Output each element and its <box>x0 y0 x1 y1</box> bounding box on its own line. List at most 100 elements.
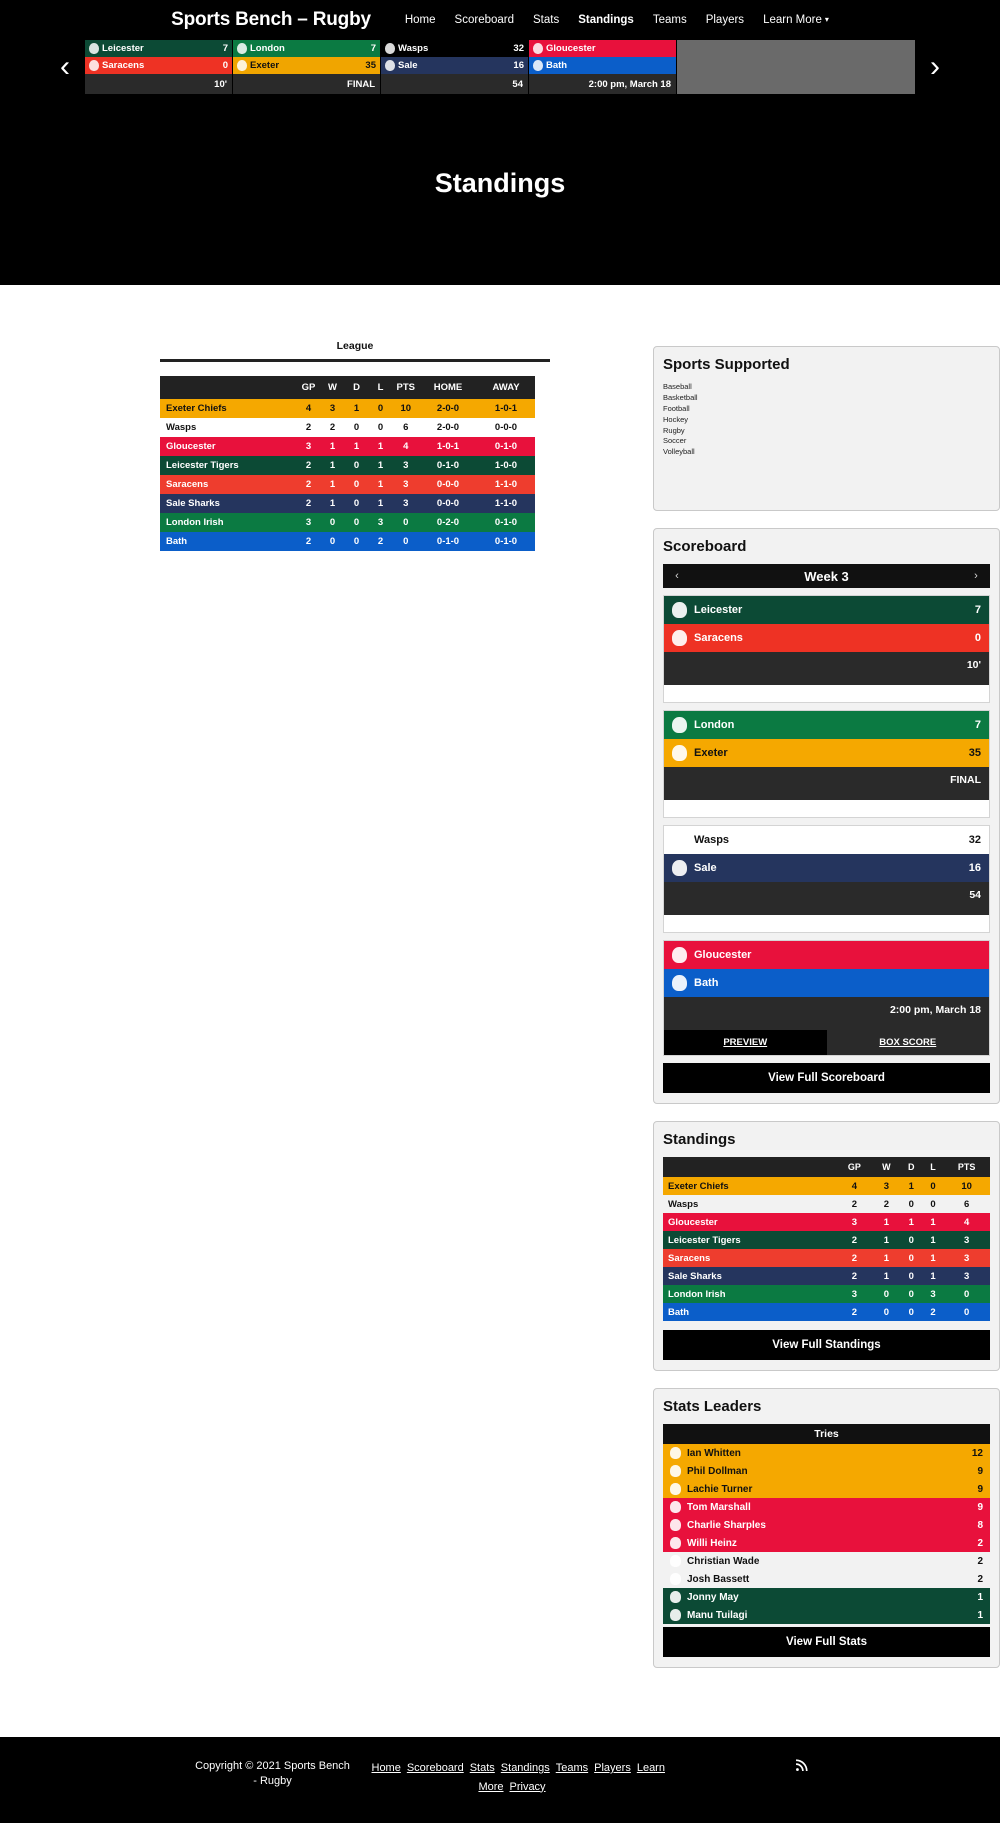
list-item[interactable]: Josh Bassett 2 <box>663 1570 990 1588</box>
scoreboard-game-card[interactable]: London 7 Exeter 35 FINAL BOX SCORE <box>663 710 990 819</box>
standings-d: 1 <box>353 403 360 414</box>
list-item[interactable]: Manu Tuilagi 1 <box>663 1606 990 1625</box>
nav-item-scoreboard[interactable]: Scoreboard <box>455 14 514 26</box>
stat-player-name: Lachie Turner <box>687 1483 753 1495</box>
ticker-game[interactable]: London 7 Exeter 35 FINAL <box>233 40 381 94</box>
table-row[interactable]: London Irish 3 0 0 3 0 0-2-0 0-1-0 <box>160 513 535 532</box>
team-logo-icon <box>670 1609 681 1622</box>
table-row[interactable]: Bath 2 0 0 2 0 0-1-0 0-1-0 <box>160 532 535 551</box>
ticker-away-team: Leicester <box>102 43 144 54</box>
ticker-status: 2:00 pm, March 18 <box>529 74 676 94</box>
table-row[interactable]: Wasps 2 2 0 0 6 2-0-0 0-0-0 <box>160 418 535 437</box>
week-prev-icon[interactable]: ‹ <box>670 570 684 582</box>
table-row[interactable]: Leicester Tigers 2 1 0 1 3 0-1-0 1-0-0 <box>160 456 535 475</box>
list-item[interactable]: Tom Marshall 9 <box>663 1498 990 1517</box>
table-row[interactable]: Gloucester 3 1 1 1 4 <box>663 1213 990 1232</box>
standings-pts: 0 <box>403 536 409 547</box>
mini-w: 1 <box>883 1270 890 1282</box>
main-nav: Home Scoreboard Stats Standings Teams Players… <box>405 14 829 26</box>
game-link-box-score[interactable]: BOX SCORE <box>920 685 989 702</box>
ticker-game[interactable]: Gloucester Bath 2:00 pm, March 18 <box>529 40 677 94</box>
nav-item-teams[interactable]: Teams <box>653 14 687 26</box>
mini-gp: 3 <box>851 1216 857 1228</box>
list-item[interactable]: Ian Whitten 12 <box>663 1444 990 1463</box>
standings-pts: 10 <box>400 403 412 414</box>
view-full-standings-button[interactable]: View Full Standings <box>663 1330 990 1361</box>
list-item[interactable]: Willi Heinz 2 <box>663 1534 990 1553</box>
standings-w: 0 <box>329 517 336 528</box>
mini-l: 0 <box>930 1180 936 1192</box>
table-row[interactable]: Bath 2 0 0 2 0 <box>663 1303 990 1322</box>
team-logo-icon <box>237 60 247 71</box>
standings-team-name: Wasps <box>166 422 197 433</box>
list-item[interactable]: Charlie Sharples 8 <box>663 1516 990 1535</box>
standings-d: 0 <box>353 517 360 528</box>
widget-sports-supported: Sports Supported Baseball Basketball Footb… <box>653 346 1000 512</box>
mini-standings-col-d: D <box>899 1157 923 1178</box>
standings-mini-table: GP W D L PTS Exeter Chiefs 4 3 1 0 10 Wasps 2 2 0 0 6 Gl… <box>663 1157 990 1322</box>
stat-player-name: Christian Wade <box>687 1555 760 1567</box>
mini-pts: 6 <box>963 1198 970 1210</box>
team-logo-icon <box>385 43 395 54</box>
mini-gp: 2 <box>851 1270 857 1282</box>
standings-pts: 0 <box>403 517 409 528</box>
game-team2-name: Sale <box>694 862 717 875</box>
table-row[interactable]: Exeter Chiefs 4 3 1 0 10 <box>663 1177 990 1196</box>
team-logo-icon <box>670 1465 681 1478</box>
game-link-preview[interactable]: PREVIEW <box>664 1030 827 1056</box>
footer-link-privacy[interactable]: Privacy <box>510 1781 546 1793</box>
nav-item-players[interactable]: Players <box>706 14 744 26</box>
standings-pts: 6 <box>403 422 409 433</box>
footer-link-scoreboard[interactable]: Scoreboard <box>407 1762 464 1774</box>
mini-pts: 3 <box>963 1234 970 1246</box>
scoreboard-game-card[interactable]: Leicester 7 Saracens 0 10' BOX SCORE <box>663 595 990 704</box>
mini-team-name: Sale Sharks <box>668 1270 722 1282</box>
nav-item-home[interactable]: Home <box>405 14 436 26</box>
standings-col-team <box>160 376 297 399</box>
footer-link-teams[interactable]: Teams <box>556 1762 588 1774</box>
ticker-game[interactable]: Wasps 32 Sale 16 54 <box>381 40 529 94</box>
view-full-stats-button[interactable]: View Full Stats <box>663 1627 990 1658</box>
footer-link-standings[interactable]: Standings <box>501 1762 550 1774</box>
table-row[interactable]: Leicester Tigers 2 1 0 1 3 <box>663 1231 990 1250</box>
scoreboard-game-card[interactable]: Gloucester Bath 2:00 pm, March 18 PREVIEW BO… <box>663 940 990 1057</box>
table-row[interactable]: Sale Sharks 2 1 0 1 3 0-0-0 1-1-0 <box>160 494 535 513</box>
ticker-prev-arrow[interactable]: ‹ <box>45 52 85 82</box>
nav-item-standings[interactable]: Standings <box>578 14 634 26</box>
team-logo-icon <box>533 60 543 71</box>
table-row[interactable]: Wasps 2 2 0 0 6 <box>663 1195 990 1213</box>
ticker-next-arrow[interactable]: › <box>915 52 955 82</box>
standings-gp: 2 <box>305 479 312 490</box>
mini-d: 1 <box>908 1216 914 1228</box>
footer-link-players[interactable]: Players <box>594 1762 631 1774</box>
footer-links: Home Scoreboard Stats Standings Teams Players… <box>369 1759 665 1796</box>
list-item[interactable]: Christian Wade 2 <box>663 1552 990 1570</box>
nav-item-learn-more[interactable]: Learn More ▾ <box>763 14 829 26</box>
page-title: Standings <box>434 168 566 198</box>
table-row[interactable]: Saracens 2 1 0 1 3 <box>663 1249 990 1268</box>
nav-item-stats[interactable]: Stats <box>533 14 559 26</box>
table-row[interactable]: Saracens 2 1 0 1 3 0-0-0 1-1-0 <box>160 475 535 494</box>
game-link-box-score[interactable]: BOX SCORE <box>827 1030 990 1055</box>
week-next-icon[interactable]: › <box>969 570 983 582</box>
ticker-game[interactable]: Leicester 7 Saracens 0 10' <box>85 40 233 94</box>
view-full-scoreboard-button[interactable]: View Full Scoreboard <box>663 1063 990 1094</box>
scoreboard-game-card[interactable]: Wasps 32 Sale 16 54 BOX SCORE <box>663 825 990 934</box>
footer-link-home[interactable]: Home <box>372 1762 401 1774</box>
mini-l: 1 <box>930 1252 936 1264</box>
site-footer: Copyright © 2021 Sports Bench - Rugby Ho… <box>0 1737 1000 1823</box>
standings-d: 0 <box>353 498 360 509</box>
footer-link-stats[interactable]: Stats <box>470 1762 495 1774</box>
list-item[interactable]: Phil Dollman 9 <box>663 1462 990 1481</box>
game-link-box-score[interactable]: BOX SCORE <box>920 915 989 932</box>
list-item[interactable]: Jonny May 1 <box>663 1588 990 1607</box>
table-row[interactable]: Gloucester 3 1 1 1 4 1-0-1 0-1-0 <box>160 437 535 456</box>
page-body: League GP W D L PTS HOME AWAY Exeter Chiefs 4 3 1… <box>0 285 1000 1685</box>
rss-icon[interactable] <box>795 1759 808 1775</box>
table-row[interactable]: Exeter Chiefs 4 3 1 0 10 2-0-0 1-0-1 <box>160 399 535 418</box>
table-row[interactable]: London Irish 3 0 0 3 0 <box>663 1285 990 1304</box>
table-row[interactable]: Sale Sharks 2 1 0 1 3 <box>663 1267 990 1286</box>
game-link-box-score[interactable]: BOX SCORE <box>920 800 989 817</box>
ticker-home-score: 0 <box>222 60 228 71</box>
list-item[interactable]: Lachie Turner 9 <box>663 1480 990 1499</box>
